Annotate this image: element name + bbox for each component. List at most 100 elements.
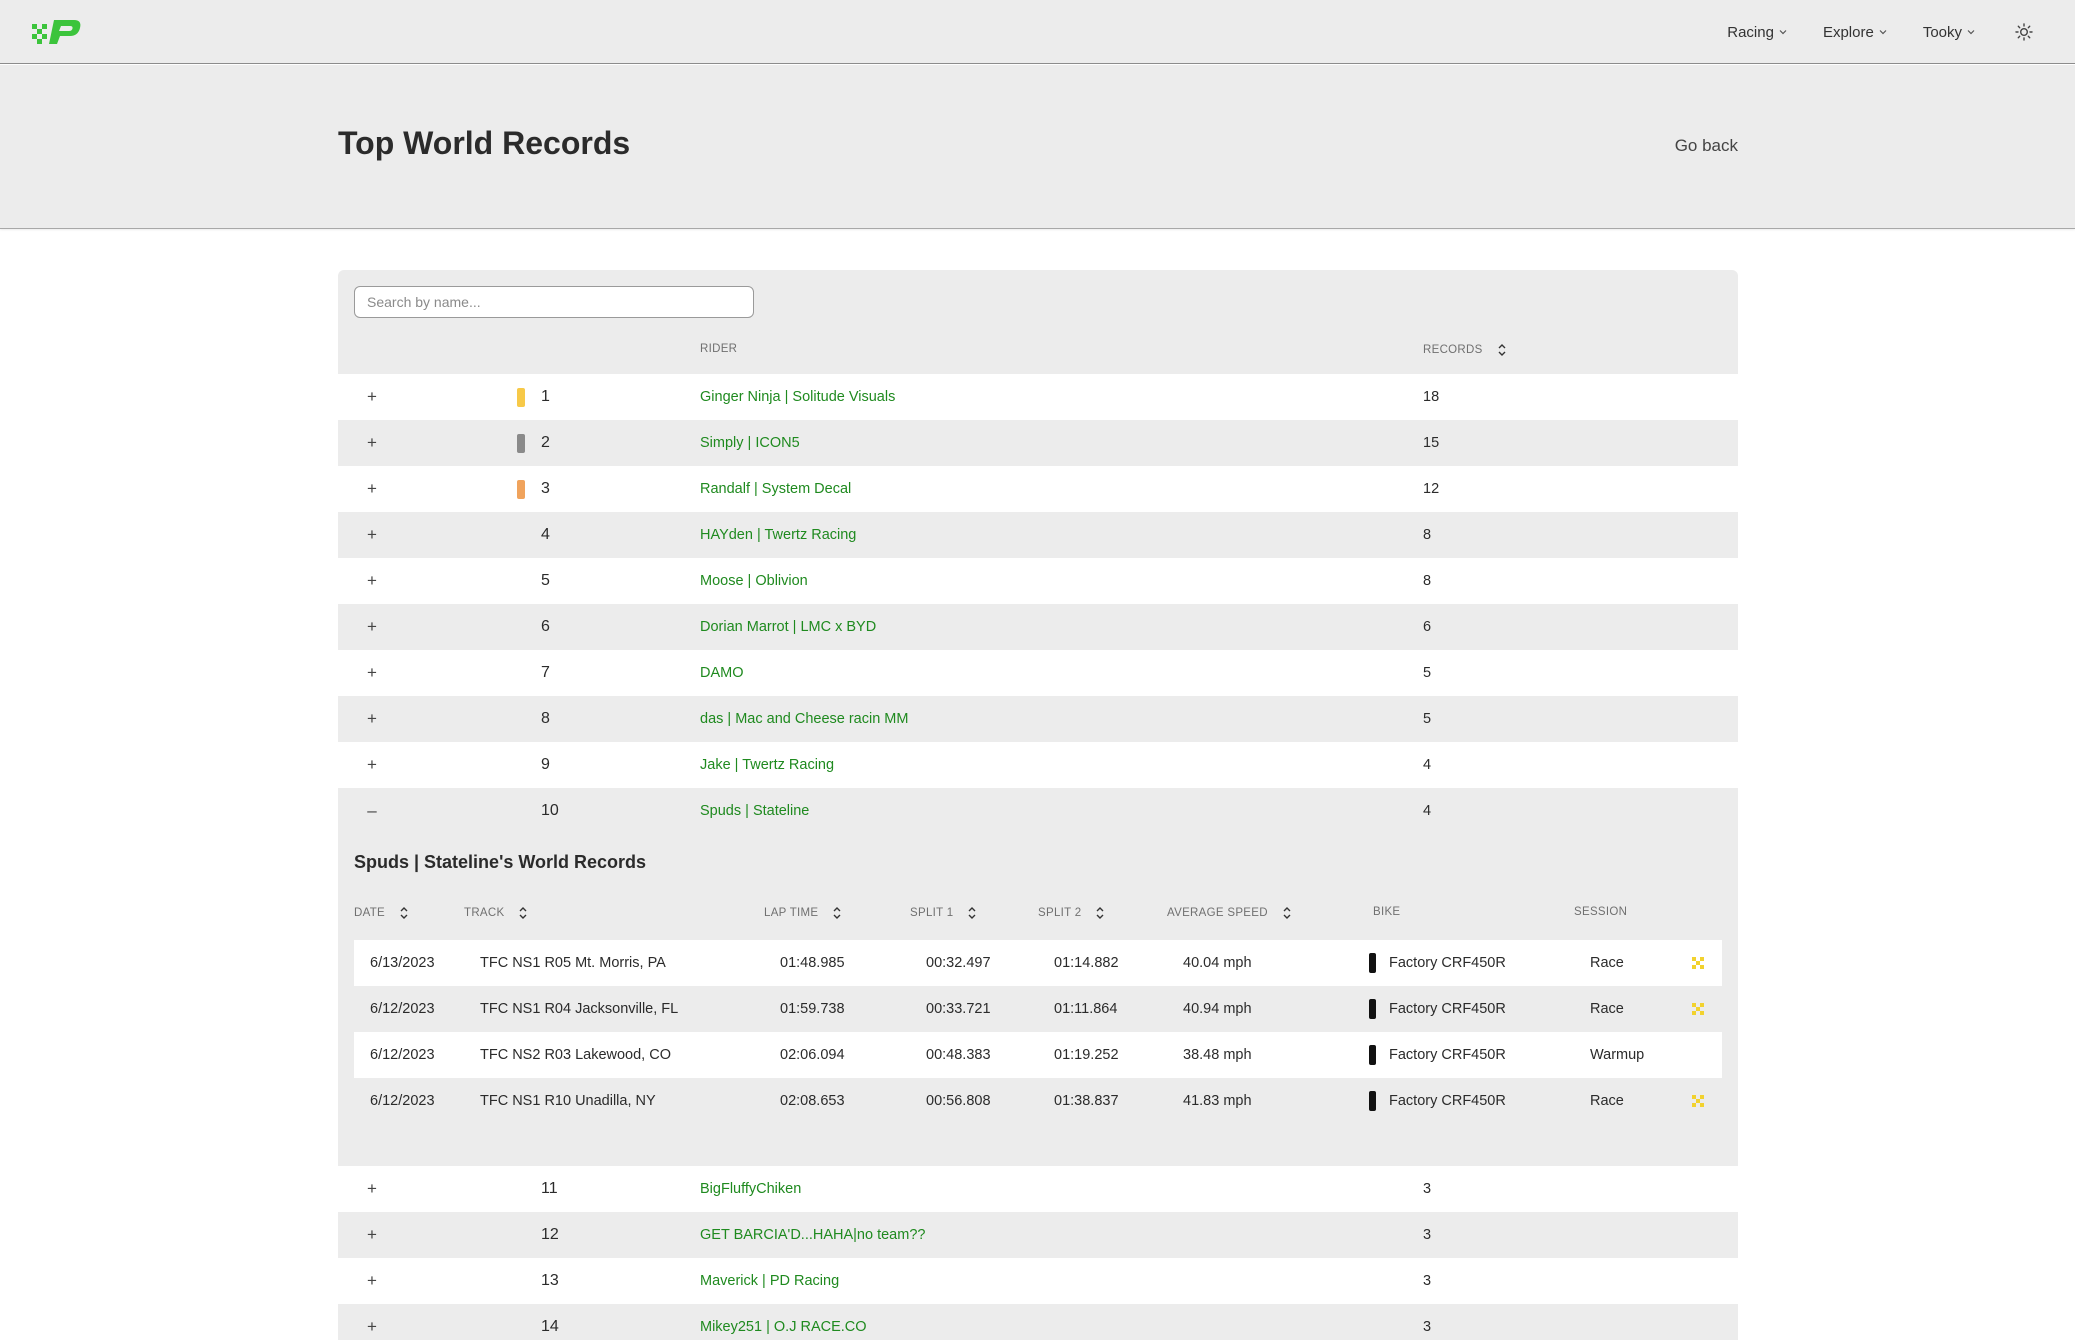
expand-toggle[interactable]: + <box>362 604 382 650</box>
medal-badge <box>517 572 525 591</box>
rider-link[interactable]: Spuds | Stateline <box>700 788 809 834</box>
rider-link[interactable]: GET BARCIA'D...HAHA|no team?? <box>700 1212 925 1258</box>
top-nav: Racing Explore Tooky <box>0 0 2075 64</box>
record-split-1: 00:48.383 <box>926 1047 991 1063</box>
bike-color-chip <box>1369 1045 1376 1065</box>
rank-number: 3 <box>541 480 550 497</box>
expand-toggle[interactable]: + <box>362 742 382 788</box>
sort-icon[interactable] <box>832 906 842 920</box>
rider-link[interactable]: Dorian Marrot | LMC x BYD <box>700 604 876 650</box>
record-session: Race <box>1590 955 1624 971</box>
record-bike: Factory CRF450R <box>1389 1093 1506 1109</box>
expand-toggle[interactable]: – <box>362 788 382 834</box>
records-column-header[interactable]: RECORDS <box>1423 343 1507 357</box>
sort-icon[interactable] <box>1497 343 1507 357</box>
rank-number: 2 <box>541 434 550 451</box>
rank-number: 5 <box>541 572 550 589</box>
sort-icon[interactable] <box>399 906 409 920</box>
logo-icon[interactable] <box>30 18 82 46</box>
medal-badge <box>517 1272 525 1291</box>
record-lap-time: 01:48.985 <box>780 955 845 971</box>
rider-link[interactable]: Maverick | PD Racing <box>700 1258 839 1304</box>
medal-badge <box>517 1180 525 1199</box>
page-header: Top World Records Go back <box>0 65 2075 229</box>
chevron-down-icon <box>1779 30 1787 35</box>
expand-toggle[interactable]: + <box>362 558 382 604</box>
expand-toggle[interactable]: + <box>362 1212 382 1258</box>
split1-column-header[interactable]: SPLIT 1 <box>910 906 977 920</box>
table-row: +11 BigFluffyChiken 3 <box>338 1166 1738 1212</box>
search-input[interactable] <box>354 286 754 318</box>
date-column-header[interactable]: DATE <box>354 906 409 920</box>
bike-color-chip <box>1369 1091 1376 1111</box>
sort-icon[interactable] <box>967 906 977 920</box>
record-row: 6/12/2023 TFC NS2 R03 Lakewood, CO 02:06.0… <box>354 1032 1722 1078</box>
sort-icon[interactable] <box>518 906 528 920</box>
table-row: +8 das | Mac and Cheese racin MM 5 <box>338 696 1738 742</box>
rider-link[interactable]: Mikey251 | O.J RACE.CO <box>700 1304 867 1340</box>
medal-badge <box>517 480 525 499</box>
expand-toggle[interactable]: + <box>362 1166 382 1212</box>
records-count: 8 <box>1423 573 1432 589</box>
go-back-link[interactable]: Go back <box>1675 136 1738 156</box>
record-row: 6/13/2023 TFC NS1 R05 Mt. Morris, PA 01:48… <box>354 940 1722 986</box>
column-header-label: SESSION <box>1574 906 1628 918</box>
sort-icon[interactable] <box>1095 906 1105 920</box>
record-average-speed: 40.04 mph <box>1183 955 1252 971</box>
expand-toggle[interactable]: + <box>362 466 382 512</box>
expand-toggle[interactable]: + <box>362 374 382 420</box>
avg-speed-column-header[interactable]: AVERAGE SPEED <box>1167 906 1292 920</box>
record-average-speed: 41.83 mph <box>1183 1093 1252 1109</box>
split2-column-header[interactable]: SPLIT 2 <box>1038 906 1105 920</box>
nav-racing[interactable]: Racing <box>1727 24 1787 41</box>
table-row: +7 DAMO 5 <box>338 650 1738 696</box>
rank-number: 8 <box>541 710 550 727</box>
rank-number: 12 <box>541 1226 559 1243</box>
lap-time-column-header[interactable]: LAP TIME <box>764 906 842 920</box>
sun-icon[interactable] <box>2015 23 2033 41</box>
nav-user[interactable]: Tooky <box>1923 24 1975 41</box>
nav-explore[interactable]: Explore <box>1823 24 1887 41</box>
table-row: +12 GET BARCIA'D...HAHA|no team?? 3 <box>338 1212 1738 1258</box>
records-count: 4 <box>1423 803 1432 819</box>
expand-toggle[interactable]: + <box>362 1304 382 1340</box>
expand-toggle[interactable]: + <box>362 512 382 558</box>
rider-link[interactable]: DAMO <box>700 650 744 696</box>
rider-link[interactable]: Randalf | System Decal <box>700 466 851 512</box>
sort-icon[interactable] <box>1282 906 1292 920</box>
rank-number: 4 <box>541 526 550 543</box>
rider-link[interactable]: Jake | Twertz Racing <box>700 742 834 788</box>
column-header-label: BIKE <box>1373 906 1401 918</box>
record-split-1: 00:56.808 <box>926 1093 991 1109</box>
rider-link[interactable]: das | Mac and Cheese racin MM <box>700 696 908 742</box>
expand-toggle[interactable]: + <box>362 650 382 696</box>
rank-number: 1 <box>541 388 550 405</box>
records-count: 6 <box>1423 619 1432 635</box>
rider-link[interactable]: Simply | ICON5 <box>700 420 800 466</box>
table-row: +1 Ginger Ninja | Solitude Visuals 18 <box>338 374 1738 420</box>
rank-number: 6 <box>541 618 550 635</box>
rider-link[interactable]: Moose | Oblivion <box>700 558 808 604</box>
expand-toggle[interactable]: + <box>362 1258 382 1304</box>
column-header-label: SPLIT 1 <box>910 907 954 919</box>
rank-number: 14 <box>541 1318 559 1335</box>
nav-explore-label: Explore <box>1822 23 1874 41</box>
expand-toggle[interactable]: + <box>362 420 382 466</box>
table-row: +4 HAYden | Twertz Racing 8 <box>338 512 1738 558</box>
expand-toggle[interactable]: + <box>362 696 382 742</box>
rider-link[interactable]: Ginger Ninja | Solitude Visuals <box>700 374 895 420</box>
track-column-header[interactable]: TRACK <box>464 906 528 920</box>
medal-badge <box>517 756 525 775</box>
bike-column-header: BIKE <box>1373 906 1400 918</box>
rider-table: +1 Ginger Ninja | Solitude Visuals 18 +2 Sim… <box>338 374 1738 1340</box>
rider-link[interactable]: HAYden | Twertz Racing <box>700 512 856 558</box>
rank-number: 11 <box>541 1180 558 1197</box>
record-track: TFC NS2 R03 Lakewood, CO <box>480 1047 671 1063</box>
record-split-1: 00:33.721 <box>926 1001 991 1017</box>
rider-header-label: RIDER <box>700 343 738 355</box>
rank-number: 7 <box>541 664 550 681</box>
rider-link[interactable]: BigFluffyChiken <box>700 1166 801 1212</box>
records-count: 3 <box>1423 1273 1432 1289</box>
table-row: +3 Randalf | System Decal 12 <box>338 466 1738 512</box>
records-panel: RIDER RECORDS +1 Ginger Ninja | Solitude … <box>338 270 1738 1340</box>
